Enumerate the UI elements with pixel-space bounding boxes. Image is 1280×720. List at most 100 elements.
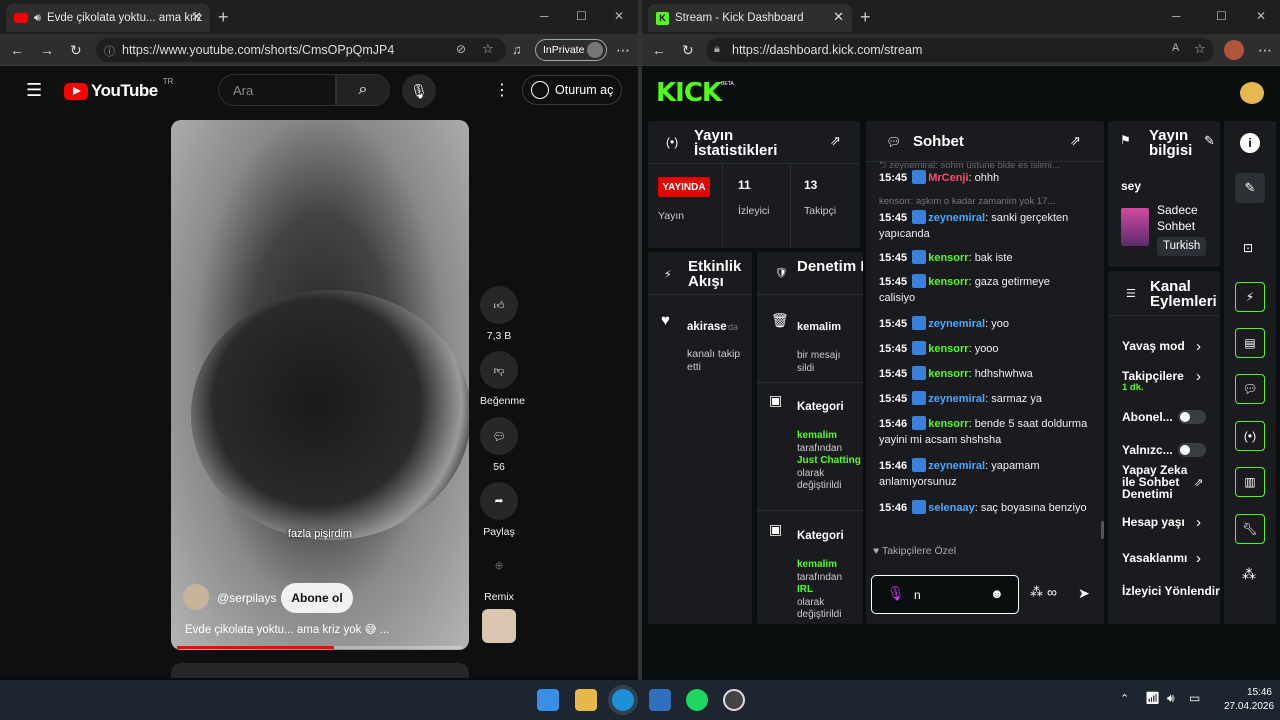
message-user[interactable]: kensorr [928,252,968,264]
battery-icon[interactable]: ▭ [1189,691,1200,705]
like-icon[interactable]: 👍︎ [480,286,518,324]
points-icon[interactable]: ⁂ [1242,566,1256,583]
spotify-icon[interactable] [686,689,708,711]
file-explorer-icon[interactable] [575,689,597,711]
channel-action-item[interactable]: Yalnızc... [1122,443,1218,457]
short-video-player[interactable]: fazla pişirdim @serpilays Abone ol Evde … [171,120,469,650]
remix-icon[interactable]: ⊕ [480,547,518,585]
message-user[interactable]: MrCenji [928,172,968,184]
speaker-icon[interactable]: 🔊︎ [34,12,41,25]
maximize-button[interactable]: ☐ [1216,9,1227,23]
edit-pencil-icon[interactable]: ✎ [1204,133,1215,149]
app-icon[interactable] [723,689,745,711]
maximize-button[interactable]: ☐ [576,9,587,23]
url-field[interactable]: 🔒︎ https://dashboard.kick.com/stream A ☆ [706,38,1214,62]
channel-avatar[interactable] [183,584,209,610]
channel-action-item[interactable]: İzleyici Yönlendir [1122,585,1220,597]
message-user[interactable]: kensorr [928,418,968,430]
channel-action-item[interactable]: Takipçilere 1 dk. › [1122,368,1218,393]
channel-action-item[interactable]: Abonel... [1122,410,1218,424]
microphone-icon[interactable]: 🎙︎ [887,585,905,602]
mod-category-user[interactable]: kemalim [797,430,861,443]
user-avatar[interactable] [1240,82,1264,104]
message-user[interactable]: zeynemiral [928,212,985,224]
refresh-icon[interactable]: ↻ [682,42,694,59]
camera-icon[interactable]: ⊡ [1243,241,1253,255]
message-user[interactable]: zeynemiral [928,318,985,330]
message-user[interactable]: kensorr [928,276,968,288]
share-action[interactable]: ➦ Paylaş [480,482,518,538]
more-menu-icon[interactable]: ⋯ [616,42,630,59]
tracking-icon[interactable]: ⊘ [456,42,466,56]
toggle-switch[interactable] [1178,443,1206,457]
remix-action[interactable]: ⊕ Remix [480,547,518,603]
chevron-up-icon[interactable]: ⌃ [1120,692,1129,705]
message-user[interactable]: kensorr [928,343,968,355]
voice-search-button[interactable]: 🎙︎ [402,74,436,108]
close-window-button[interactable]: ✕ [1256,9,1266,23]
youtube-logo[interactable]: YouTube TR [64,77,173,101]
microsoft-store-icon[interactable] [649,689,671,711]
minimize-button[interactable]: ─ [1172,9,1181,23]
lock-icon[interactable]: 🔒︎ [714,43,720,56]
info-icon[interactable]: i [1240,133,1260,153]
next-short-preview[interactable] [171,663,469,678]
sign-in-button[interactable]: Oturum aç [522,75,622,105]
new-tab-button[interactable]: + [860,7,871,28]
broadcast-icon[interactable]: (•) [1235,421,1265,451]
layout-icon[interactable]: ▥ [1235,467,1265,497]
close-tab-icon[interactable]: ✕ [191,9,202,25]
profile-avatar[interactable] [1224,40,1244,60]
channel-action-item[interactable]: Yapay Zeka ile Sohbet Denetimi ⇗ [1122,464,1218,500]
comments-action[interactable]: 💬︎ 56 [480,417,518,473]
infinity-icon[interactable]: ∞ [1047,584,1057,600]
channel-action-item[interactable]: Hesap yaşı › [1122,514,1218,531]
channel-action-item[interactable]: Yasaklanmı › [1122,550,1218,567]
progress-track[interactable] [177,646,463,649]
browser-tab-kick[interactable]: K Stream - Kick Dashboard ✕ [648,4,852,32]
extensions-icon[interactable]: ♫ [512,42,522,57]
site-info-icon[interactable]: ⓘ [104,43,115,59]
dislike-action[interactable]: 👎︎ Beğenme [480,351,525,407]
message-user[interactable]: zeynemiral [928,460,985,472]
channel-action-item[interactable]: Yavaş mod › [1122,338,1218,355]
activity-user[interactable]: akirase [687,321,727,333]
popout-icon[interactable]: ⇗ [1070,133,1081,149]
edit-icon[interactable]: ✎ [1235,173,1265,203]
clock[interactable]: 15:46 27.04.2026 [1224,686,1274,714]
category-name[interactable]: Sadece Sohbet [1157,202,1217,234]
browser-tab-youtube[interactable]: 🔊︎ Evde çikolata yoktu... ama kriz ✕ [6,4,210,32]
kick-points-icon[interactable]: ⁂ [1030,584,1043,600]
comment-icon[interactable]: 💬︎ [480,417,518,455]
wifi-icon[interactable]: 📶︎ [1145,691,1160,705]
mod-user[interactable]: kemalim [797,321,841,333]
message-user[interactable]: selenaay [928,502,974,514]
forward-icon[interactable]: → [40,42,54,58]
quick-action-icon[interactable]: ⚡︎ [1235,282,1265,312]
url-field[interactable]: ⓘ https://www.youtube.com/shorts/CmsOPpQ… [96,38,506,62]
chat-scrollbar[interactable] [1101,521,1104,539]
share-icon[interactable]: ➦ [480,482,518,520]
remix-thumbnail[interactable] [482,609,516,643]
channel-name[interactable]: @serpilays [217,591,277,605]
wrench-icon[interactable]: 🔧︎ [1235,514,1265,544]
chat-icon[interactable]: 💬︎ [1235,374,1265,404]
message-user[interactable]: kensorr [928,368,968,380]
back-icon[interactable]: ← [10,42,24,58]
start-menu-icon[interactable] [537,689,559,711]
close-tab-icon[interactable]: ✕ [833,9,844,25]
subscribe-button[interactable]: Abone ol [281,583,353,613]
video-title[interactable]: Evde çikolata yoktu... ama kriz yok 😅 ..… [185,622,455,636]
dislike-icon[interactable]: 👎︎ [480,351,518,389]
chat-input[interactable]: 🎙︎ n ☻ [871,575,1019,614]
inprivate-badge[interactable]: InPrivate [535,39,607,61]
popout-icon[interactable]: ⇗ [830,133,841,149]
kick-logo[interactable]: KICK BETA [656,78,734,108]
close-window-button[interactable]: ✕ [614,9,624,23]
volume-icon[interactable]: 🔊︎ [1167,691,1175,706]
new-tab-button[interactable]: + [218,7,229,28]
hamburger-menu-icon[interactable]: ☰ [26,80,42,101]
send-icon[interactable]: ➤ [1078,585,1090,602]
like-action[interactable]: 👍︎ 7,3 B [480,286,518,342]
favorite-star-icon[interactable]: ☆ [1194,41,1206,57]
